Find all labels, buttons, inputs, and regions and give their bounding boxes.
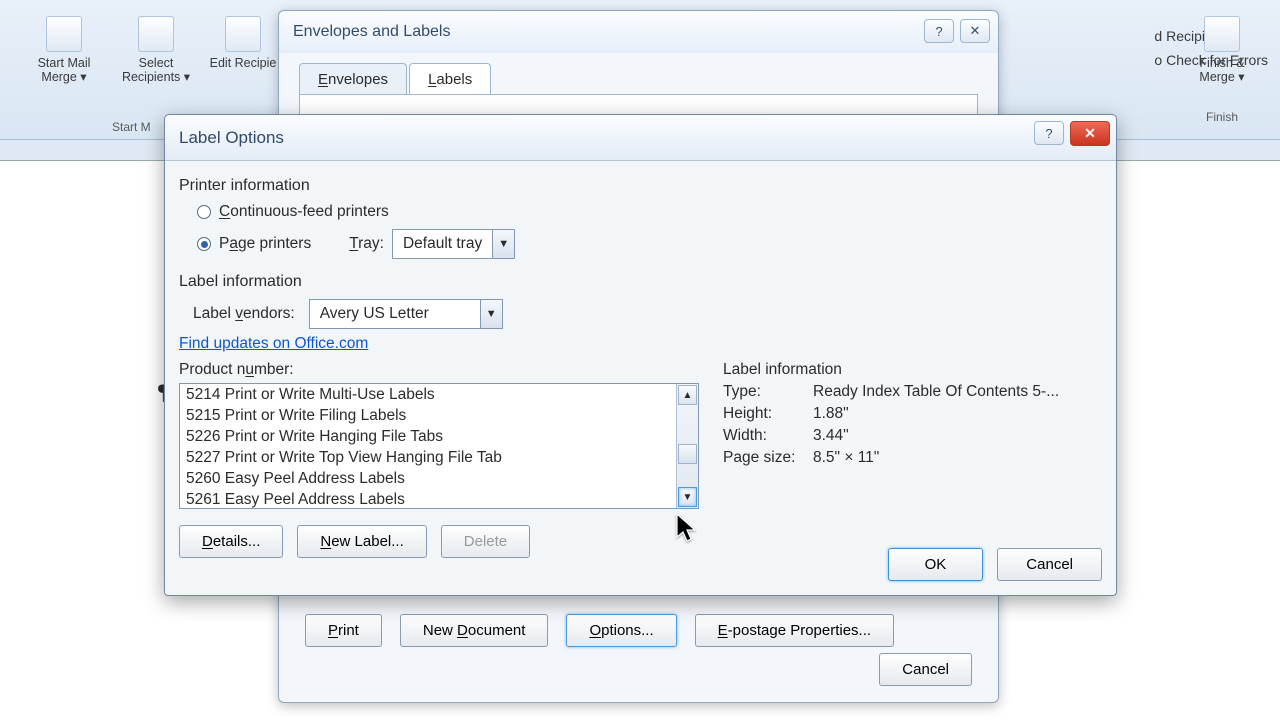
scroll-down-icon[interactable]: ▼ — [678, 487, 697, 507]
list-item[interactable]: 5261 Easy Peel Address Labels — [180, 489, 676, 508]
list-item[interactable]: 5215 Print or Write Filing Labels — [180, 405, 676, 426]
epostage-properties-button[interactable]: E-postage Properties... — [695, 614, 894, 647]
list-item[interactable]: 5260 Easy Peel Address Labels — [180, 468, 676, 489]
list-item[interactable]: 5214 Print or Write Multi-Use Labels — [180, 384, 676, 405]
ok-button[interactable]: OK — [888, 548, 984, 581]
dialog-button-row: Print New Document Options... E-postage … — [305, 614, 894, 647]
help-button[interactable]: ? — [924, 19, 954, 43]
label-vendors-label: Label vendors: — [193, 305, 295, 323]
ribbon-label: Start Mail Merge ▾ — [24, 56, 104, 85]
new-document-button[interactable]: New Document — [400, 614, 549, 647]
info-width-label: Width: — [723, 427, 813, 445]
combo-value: Default tray — [393, 235, 492, 253]
ribbon-select-recipients[interactable]: Select Recipients ▾ — [110, 10, 202, 85]
edit-recipients-icon — [225, 16, 261, 52]
finish-merge-icon — [1204, 16, 1240, 52]
tray-combo[interactable]: Default tray ▼ — [392, 229, 515, 259]
list-item[interactable]: 5226 Print or Write Hanging File Tabs — [180, 426, 676, 447]
cancel-button[interactable]: Cancel — [997, 548, 1102, 581]
cancel-button[interactable]: Cancel — [879, 653, 972, 686]
recipients-icon — [138, 16, 174, 52]
label-options-dialog: Label Options ? ✕ Printer information Co… — [164, 114, 1117, 596]
label-information-heading: Label information — [723, 361, 1102, 379]
scroll-track[interactable] — [677, 406, 698, 486]
ribbon-start-mail-merge[interactable]: Start Mail Merge ▾ — [24, 10, 104, 85]
radio-continuous-feed[interactable]: Continuous-feed printers — [197, 203, 1102, 221]
dialog-title: Envelopes and Labels — [279, 11, 998, 53]
radio-page-printers[interactable]: Page printers Tray: Default tray ▼ — [197, 229, 1102, 259]
print-button[interactable]: Print — [305, 614, 382, 647]
tray-label: Tray: — [349, 235, 384, 253]
dialog-title: Label Options — [165, 115, 1116, 161]
ribbon-label: Finish & Merge ▾ — [1182, 56, 1262, 85]
label-vendors-combo[interactable]: Avery US Letter ▼ — [309, 299, 503, 329]
scroll-up-icon[interactable]: ▲ — [678, 385, 697, 405]
close-button[interactable]: ✕ — [960, 19, 990, 43]
find-updates-link[interactable]: Find updates on Office.com — [179, 335, 368, 353]
info-type-value: Ready Index Table Of Contents 5-... — [813, 383, 1102, 401]
list-item[interactable]: 5227 Print or Write Top View Hanging Fil… — [180, 447, 676, 468]
tab-envelopes[interactable]: Envelopes — [299, 63, 407, 96]
ribbon-label: Edit Recipie — [208, 56, 278, 70]
info-type-label: Type: — [723, 383, 813, 401]
help-button[interactable]: ? — [1034, 121, 1064, 145]
info-pagesize-value: 8.5" × 11" — [813, 449, 1102, 467]
product-number-label: Product number: — [179, 361, 699, 379]
new-label-button[interactable]: New Label... — [297, 525, 426, 558]
info-height-value: 1.88" — [813, 405, 1102, 423]
scroll-thumb[interactable] — [678, 444, 697, 464]
scrollbar[interactable]: ▲ ▼ — [676, 384, 698, 508]
combo-value: Avery US Letter — [310, 305, 480, 323]
label-info-grid: Type: Ready Index Table Of Contents 5-..… — [723, 383, 1102, 467]
info-pagesize-label: Page size: — [723, 449, 813, 467]
ribbon-group-name: Start M — [112, 120, 151, 134]
ribbon-finish-merge[interactable]: Finish & Merge ▾ Finish — [1182, 10, 1262, 85]
options-button[interactable]: Options... — [566, 614, 676, 647]
tab-labels[interactable]: Labels — [409, 63, 491, 96]
ribbon-edit-recipients[interactable]: Edit Recipie — [208, 10, 278, 70]
info-height-label: Height: — [723, 405, 813, 423]
delete-button: Delete — [441, 525, 530, 558]
label-info-heading: Label information — [179, 273, 1102, 291]
printer-info-heading: Printer information — [179, 177, 1102, 195]
chevron-down-icon[interactable]: ▼ — [480, 300, 502, 328]
radio-icon — [197, 237, 211, 251]
ribbon-group-name: Finish — [1182, 110, 1262, 124]
product-number-listbox[interactable]: 5214 Print or Write Multi-Use Labels 521… — [179, 383, 699, 509]
close-button[interactable]: ✕ — [1070, 121, 1110, 146]
chevron-down-icon[interactable]: ▼ — [492, 230, 514, 258]
ribbon-label: Select Recipients ▾ — [110, 56, 202, 85]
details-button[interactable]: Details... — [179, 525, 283, 558]
mail-merge-icon — [46, 16, 82, 52]
radio-icon — [197, 205, 211, 219]
info-width-value: 3.44" — [813, 427, 1102, 445]
